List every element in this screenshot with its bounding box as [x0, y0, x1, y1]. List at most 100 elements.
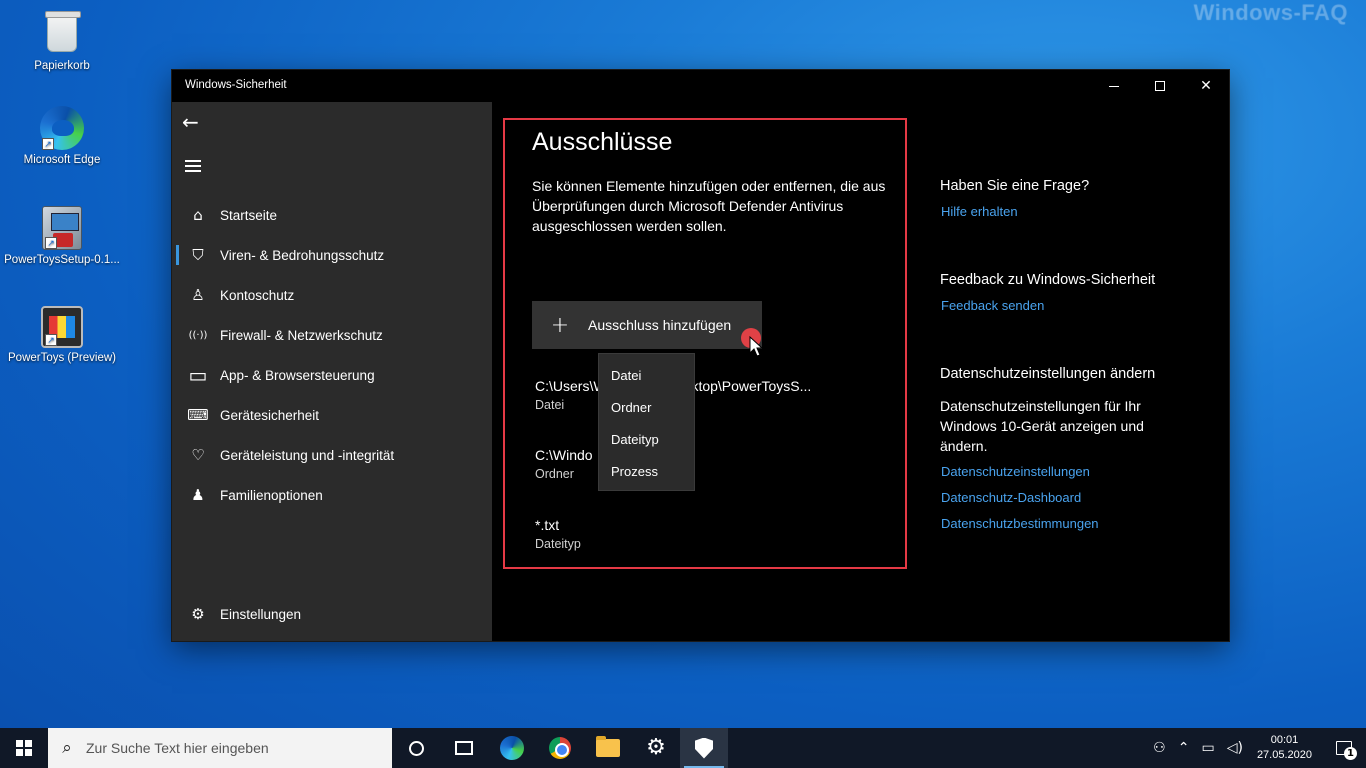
help-link[interactable]: Hilfe erhalten: [941, 204, 1018, 219]
recycle-bin-icon: [45, 11, 81, 52]
shortcut-arrow-icon: ↗: [45, 237, 57, 249]
shield-icon: [695, 737, 713, 759]
back-arrow-icon: ←: [182, 110, 199, 134]
privacy-dashboard-link[interactable]: Datenschutz-Dashboard: [941, 490, 1081, 505]
plus-icon: +: [550, 312, 570, 338]
taskbar: ⌕ Zur Suche Text hier eingeben ⚙ ⚇ ⌃ ▭ ◁…: [0, 728, 1366, 768]
desktop-icon-label: Microsoft Edge: [23, 154, 101, 166]
clock-date: 27.05.2020: [1256, 749, 1312, 761]
shortcut-arrow-icon: ↗: [42, 138, 54, 150]
title-bar[interactable]: Windows-Sicherheit ✕: [172, 70, 1229, 102]
sidebar: ← ⌂ Startseite ⛉ Viren- & Bedrohungsschu…: [172, 102, 492, 641]
gear-icon: ⚙: [646, 735, 666, 760]
wifi-icon: ((·)): [188, 329, 208, 341]
network-icon[interactable]: ▭: [1201, 740, 1214, 756]
system-tray: ⚇ ⌃ ▭ ◁) 00:01 27.05.2020 1: [1147, 728, 1366, 768]
start-button[interactable]: [0, 728, 48, 768]
sidebar-item-label: Einstellungen: [220, 606, 302, 622]
search-box[interactable]: ⌕ Zur Suche Text hier eingeben: [48, 728, 392, 768]
edge-icon: [500, 736, 524, 760]
back-button[interactable]: ←: [182, 110, 212, 134]
windows-logo-icon: [16, 740, 32, 756]
sidebar-item-settings[interactable]: ⚙ Einstellungen: [172, 594, 492, 634]
sidebar-item-label: Firewall- & Netzwerkschutz: [220, 327, 383, 343]
sidebar-item-firewall[interactable]: ((·)) Firewall- & Netzwerkschutz: [172, 315, 492, 355]
home-icon: ⌂: [193, 206, 203, 224]
cortana-icon: [408, 740, 424, 756]
sidebar-item-startseite[interactable]: ⌂ Startseite: [172, 195, 492, 235]
heart-icon: ♡: [191, 446, 205, 464]
clock-time: 00:01: [1270, 734, 1299, 746]
desktop-icon-label: PowerToysSetup-0.1...: [4, 254, 120, 266]
sidebar-item-family-options[interactable]: ♟ Familienoptionen: [172, 475, 492, 515]
desktop-icon-label: PowerToys (Preview): [8, 352, 116, 364]
cortana-button[interactable]: [392, 728, 440, 768]
menu-item-file[interactable]: Datei: [599, 360, 694, 392]
windows-security-window: Windows-Sicherheit ✕ ← ⌂ Startseite ⛉ Vi…: [172, 70, 1229, 641]
desktop-icon-edge[interactable]: ↗ Microsoft Edge: [2, 106, 122, 166]
browser-icon: ▭: [188, 363, 208, 387]
task-view-icon: [455, 741, 473, 755]
laptop-icon: ⌨: [187, 406, 209, 424]
volume-icon[interactable]: ◁): [1227, 740, 1243, 756]
sidebar-item-virus-protection[interactable]: ⛉ Viren- & Bedrohungsschutz: [172, 235, 492, 275]
task-view-button[interactable]: [440, 728, 488, 768]
sidebar-item-account-protection[interactable]: ♙ Kontoschutz: [172, 275, 492, 315]
main-content: Ausschlüsse Sie können Elemente hinzufüg…: [492, 102, 1229, 641]
taskbar-chrome[interactable]: [536, 728, 584, 768]
minimize-button[interactable]: [1091, 70, 1137, 102]
sidebar-item-app-browser-control[interactable]: ▭ App- & Browsersteuerung: [172, 355, 492, 395]
privacy-settings-link[interactable]: Datenschutzeinstellungen: [941, 464, 1090, 479]
taskbar-explorer[interactable]: [584, 728, 632, 768]
gear-icon: ⚙: [191, 605, 205, 623]
feedback-link[interactable]: Feedback senden: [941, 298, 1044, 313]
shortcut-arrow-icon: ↗: [45, 334, 57, 346]
page-title: Ausschlüsse: [532, 128, 673, 156]
powertoys-icon: ↗: [41, 306, 83, 348]
window-title: Windows-Sicherheit: [185, 79, 287, 91]
taskbar-settings[interactable]: ⚙: [632, 728, 680, 768]
maximize-icon: [1155, 81, 1165, 91]
exclusion-path: C:\Windo: [535, 447, 593, 463]
desktop-icon-powertoys-setup[interactable]: ↗ PowerToysSetup-0.1...: [2, 206, 122, 266]
taskbar-windows-security[interactable]: [680, 728, 728, 768]
taskbar-edge[interactable]: [488, 728, 536, 768]
desktop-icon-powertoys[interactable]: ↗ PowerToys (Preview): [2, 306, 122, 364]
exclusion-item[interactable]: *.txt Dateityp: [535, 517, 581, 551]
clock[interactable]: 00:01 27.05.2020: [1257, 733, 1312, 763]
edge-icon: ↗: [40, 106, 84, 150]
privacy-statement-link[interactable]: Datenschutzbestimmungen: [941, 516, 1099, 531]
chrome-icon: [549, 737, 571, 759]
hamburger-menu-button[interactable]: [185, 160, 201, 172]
privacy-text: Datenschutzeinstellungen für Ihr Windows…: [940, 398, 1144, 454]
sidebar-item-label: Geräteleistung und -integrität: [220, 447, 395, 463]
menu-item-process[interactable]: Prozess: [599, 456, 694, 488]
privacy-heading: Datenschutzeinstellungen ändern: [940, 366, 1156, 382]
sidebar-item-device-performance[interactable]: ♡ Geräteleistung und -integrität: [172, 435, 492, 475]
sidebar-item-label: App- & Browsersteuerung: [220, 367, 375, 383]
menu-item-folder[interactable]: Ordner: [599, 392, 694, 424]
question-heading: Haben Sie eine Frage?: [940, 178, 1090, 194]
desktop-icon-recycle-bin[interactable]: Papierkorb: [2, 8, 122, 72]
exclusion-type: Ordner: [535, 467, 574, 481]
close-button[interactable]: ✕: [1183, 70, 1229, 102]
sidebar-item-device-security[interactable]: ⌨ Gerätesicherheit: [172, 395, 492, 435]
folder-icon: [596, 736, 620, 757]
maximize-button[interactable]: [1137, 70, 1183, 102]
add-exclusion-label: Ausschluss hinzufügen: [588, 317, 732, 333]
action-center-button[interactable]: 1: [1322, 728, 1366, 768]
sidebar-item-label: Startseite: [220, 207, 278, 223]
menu-item-filetype[interactable]: Dateityp: [599, 424, 694, 456]
sidebar-item-label: Viren- & Bedrohungsschutz: [220, 247, 385, 263]
people-icon[interactable]: ⚇: [1153, 740, 1166, 756]
add-exclusion-button[interactable]: + Ausschluss hinzufügen: [532, 301, 762, 349]
family-icon: ♟: [191, 486, 205, 504]
search-placeholder: Zur Suche Text hier eingeben: [86, 740, 269, 756]
search-icon: ⌕: [62, 738, 72, 758]
exclusion-type: Dateityp: [535, 537, 581, 551]
sidebar-item-label: Gerätesicherheit: [220, 407, 320, 423]
exclusion-item[interactable]: C:\Windo Ordner: [535, 447, 593, 481]
exclusion-type-dropdown: Datei Ordner Dateityp Prozess: [598, 353, 695, 491]
chevron-up-icon[interactable]: ⌃: [1178, 740, 1190, 756]
exclusion-path: *.txt: [535, 517, 560, 533]
